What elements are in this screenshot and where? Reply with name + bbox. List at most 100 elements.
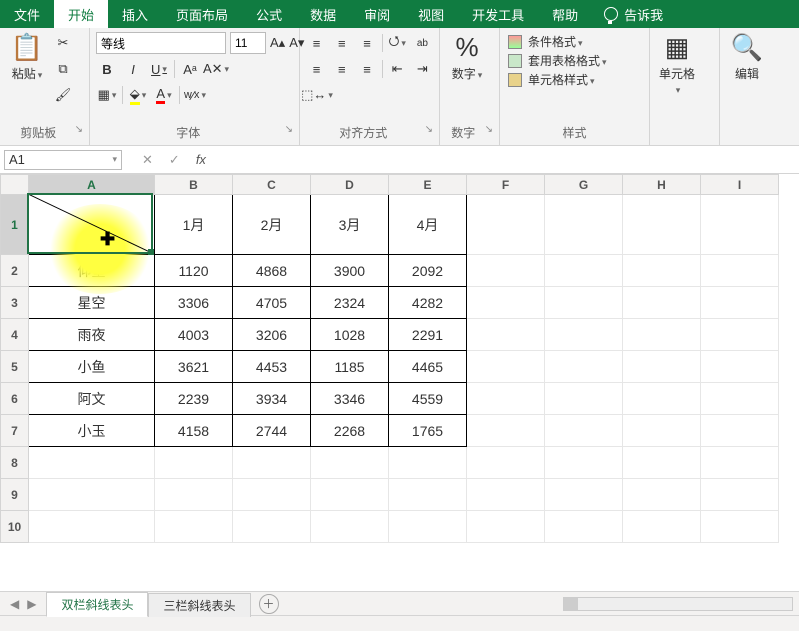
phonetic-icon[interactable]: Aᵃ: [179, 58, 201, 80]
align-center-icon[interactable]: ≡: [331, 58, 352, 80]
col-header-A[interactable]: A: [29, 175, 155, 195]
editing-button[interactable]: 🔍 编辑: [726, 32, 768, 82]
font-launcher-icon[interactable]: ↘: [285, 124, 293, 135]
paste-button[interactable]: 📋 粘贴: [6, 32, 48, 106]
row-header-8[interactable]: 8: [1, 447, 29, 479]
wrap-text-icon[interactable]: ab: [412, 32, 433, 54]
cell-B1[interactable]: 1月: [155, 195, 233, 255]
name-box[interactable]: A1 ▾: [4, 150, 122, 170]
borders-icon[interactable]: ▦: [96, 84, 118, 106]
confirm-edit-icon[interactable]: ✓: [169, 152, 180, 168]
copy-icon[interactable]: ⧉: [52, 58, 74, 80]
sheet-nav: ◀ ▶: [0, 597, 46, 611]
increase-indent-icon[interactable]: ⇥: [412, 58, 433, 80]
table-format-button[interactable]: 套用表格格式: [506, 51, 643, 70]
status-bar: [0, 615, 799, 631]
table-row: 9: [1, 479, 779, 511]
cell-E1[interactable]: 4月: [389, 195, 467, 255]
cancel-edit-icon[interactable]: ✕: [142, 152, 153, 168]
alignment-launcher-icon[interactable]: ↘: [425, 124, 433, 135]
group-clipboard-label: 剪贴板: [20, 126, 56, 140]
col-header-I[interactable]: I: [701, 175, 779, 195]
name-box-dropdown-icon[interactable]: ▾: [112, 154, 117, 165]
cell-A1[interactable]: [29, 195, 155, 255]
tab-insert[interactable]: 插入: [108, 0, 162, 28]
select-all-corner[interactable]: [1, 175, 29, 195]
underline-button[interactable]: U: [148, 58, 170, 80]
table-row: 6 阿文 2239 3934 3346 4559: [1, 383, 779, 415]
clear-format-icon[interactable]: A✕: [205, 58, 227, 80]
table-row: 4 雨夜 4003 3206 1028 2291: [1, 319, 779, 351]
cell-styles-button[interactable]: 单元格样式: [506, 70, 643, 89]
add-sheet-button[interactable]: ＋: [259, 594, 279, 614]
sheet-nav-next-icon[interactable]: ▶: [27, 597, 36, 611]
tab-help[interactable]: 帮助: [538, 0, 592, 28]
row-header-10[interactable]: 10: [1, 511, 29, 543]
table-row: 5 小鱼 3621 4453 1185 4465: [1, 351, 779, 383]
align-middle-icon[interactable]: ≡: [331, 32, 352, 54]
col-header-H[interactable]: H: [623, 175, 701, 195]
align-bottom-icon[interactable]: ≡: [356, 32, 377, 54]
editing-label: 编辑: [726, 65, 768, 82]
tab-file[interactable]: 文件: [0, 0, 54, 28]
formula-input[interactable]: [222, 150, 799, 170]
worksheet-grid[interactable]: A B C D E F G H I 1 1月 2月 3月 4月 2 仰望 112…: [0, 174, 799, 591]
tell-me-label: 告诉我: [624, 5, 663, 24]
tab-developer[interactable]: 开发工具: [458, 0, 538, 28]
clipboard-launcher-icon[interactable]: ↘: [75, 124, 83, 135]
align-right-icon[interactable]: ≡: [356, 58, 377, 80]
cond-format-icon: [508, 35, 522, 49]
col-header-G[interactable]: G: [545, 175, 623, 195]
tab-view[interactable]: 视图: [404, 0, 458, 28]
font-name-select[interactable]: [96, 32, 226, 54]
col-header-B[interactable]: B: [155, 175, 233, 195]
orientation-icon[interactable]: ⭯: [387, 32, 408, 54]
horizontal-scrollbar[interactable]: [279, 597, 799, 611]
cut-icon[interactable]: ✂: [52, 32, 74, 54]
row-header-6[interactable]: 6: [1, 383, 29, 415]
table-row: 3 星空 3306 4705 2324 4282: [1, 287, 779, 319]
table-row: 2 仰望 1120 4868 3900 2092: [1, 255, 779, 287]
sheet-tab-1[interactable]: 三栏斜线表头: [148, 593, 250, 617]
number-format-button[interactable]: % 数字: [446, 32, 488, 82]
conditional-format-button[interactable]: 条件格式: [506, 32, 643, 51]
bold-button[interactable]: B: [96, 58, 118, 80]
tab-review[interactable]: 审阅: [350, 0, 404, 28]
tab-data[interactable]: 数据: [296, 0, 350, 28]
row-header-3[interactable]: 3: [1, 287, 29, 319]
row-header-7[interactable]: 7: [1, 415, 29, 447]
fx-icon[interactable]: fx: [196, 152, 206, 168]
sheet-nav-prev-icon[interactable]: ◀: [10, 597, 19, 611]
fill-color-icon[interactable]: ⬙: [127, 84, 149, 106]
number-launcher-icon[interactable]: ↘: [485, 124, 493, 135]
col-header-F[interactable]: F: [467, 175, 545, 195]
merge-cells-icon[interactable]: ⬚↔: [306, 84, 328, 106]
align-top-icon[interactable]: ≡: [306, 32, 327, 54]
group-styles: 条件格式 套用表格格式 单元格样式 样式: [500, 28, 650, 145]
row-header-4[interactable]: 4: [1, 319, 29, 351]
decrease-indent-icon[interactable]: ⇤: [387, 58, 408, 80]
col-header-D[interactable]: D: [311, 175, 389, 195]
pinyin-field-icon[interactable]: w⁄x: [184, 84, 206, 106]
scrollbar-thumb[interactable]: [564, 598, 578, 610]
sheet-tab-0[interactable]: 双栏斜线表头: [46, 592, 148, 617]
align-left-icon[interactable]: ≡: [306, 58, 327, 80]
col-header-C[interactable]: C: [233, 175, 311, 195]
row-header-1[interactable]: 1: [1, 195, 29, 255]
increase-font-icon[interactable]: A▴: [270, 32, 285, 54]
format-painter-icon[interactable]: 🖌: [52, 84, 74, 106]
tab-home[interactable]: 开始: [54, 0, 108, 28]
cell-D1[interactable]: 3月: [311, 195, 389, 255]
tab-formulas[interactable]: 公式: [242, 0, 296, 28]
col-header-E[interactable]: E: [389, 175, 467, 195]
cells-button[interactable]: ▦ 单元格: [656, 32, 698, 96]
row-header-5[interactable]: 5: [1, 351, 29, 383]
row-header-2[interactable]: 2: [1, 255, 29, 287]
tab-page-layout[interactable]: 页面布局: [162, 0, 242, 28]
cell-C1[interactable]: 2月: [233, 195, 311, 255]
italic-button[interactable]: I: [122, 58, 144, 80]
tell-me[interactable]: 告诉我: [592, 0, 675, 28]
row-header-9[interactable]: 9: [1, 479, 29, 511]
font-color-icon[interactable]: A: [153, 84, 175, 106]
font-size-select[interactable]: [230, 32, 266, 54]
